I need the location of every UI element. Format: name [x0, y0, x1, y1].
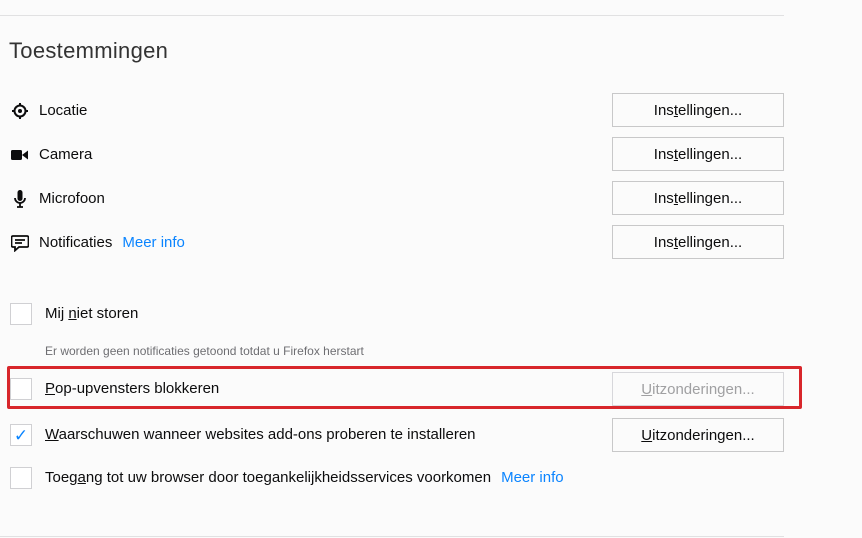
notifications-settings-button[interactable]: Instellingen...	[612, 225, 784, 259]
addons-warning-label: Waarschuwen wanneer websites add-ons pro…	[45, 426, 476, 443]
permission-row-camera: Camera Instellingen...	[0, 137, 784, 173]
checkmark-icon: ✓	[13, 425, 29, 445]
location-label: Locatie	[39, 102, 88, 119]
top-divider	[0, 15, 784, 16]
notifications-label-text: Notificaties	[39, 234, 113, 251]
section-title: Toestemmingen	[9, 38, 169, 63]
notification-icon	[10, 233, 30, 253]
accessibility-checkbox[interactable]	[10, 467, 32, 489]
bottom-divider	[0, 536, 784, 537]
microphone-icon	[10, 189, 30, 209]
camera-icon	[10, 145, 30, 165]
do-not-disturb-checkbox[interactable]	[10, 303, 32, 325]
do-not-disturb-label: Mij niet storen	[45, 305, 139, 322]
microphone-label: Microfoon	[39, 190, 105, 207]
permission-row-microphone: Microfoon Instellingen...	[0, 181, 784, 217]
addons-warning-checkbox[interactable]: ✓	[10, 424, 32, 446]
notifications-more-info-link[interactable]: Meer info	[122, 234, 185, 251]
accessibility-label-text: Toegang tot uw browser door toegankelijk…	[45, 469, 492, 486]
accessibility-row: Toegang tot uw browser door toegankelijk…	[0, 461, 784, 497]
addons-exceptions-button[interactable]: Uitzonderingen...	[612, 418, 784, 452]
highlight-box	[7, 366, 802, 409]
permission-row-location: Locatie Instellingen...	[0, 93, 784, 129]
do-not-disturb-row: Mij niet storen	[0, 297, 784, 333]
notifications-label: Notificaties Meer info	[39, 234, 185, 251]
camera-label: Camera	[39, 146, 93, 163]
do-not-disturb-note: Er worden geen notificaties getoond totd…	[45, 344, 364, 358]
location-settings-button[interactable]: Instellingen...	[612, 93, 784, 127]
addons-row: ✓ Waarschuwen wanneer websites add-ons p…	[0, 418, 784, 454]
microphone-settings-button[interactable]: Instellingen...	[612, 181, 784, 215]
camera-settings-button[interactable]: Instellingen...	[612, 137, 784, 171]
accessibility-label: Toegang tot uw browser door toegankelijk…	[45, 469, 564, 486]
location-icon	[10, 101, 30, 121]
accessibility-more-info-link[interactable]: Meer info	[501, 469, 564, 486]
permission-row-notifications: Notificaties Meer info Instellingen...	[0, 225, 784, 261]
